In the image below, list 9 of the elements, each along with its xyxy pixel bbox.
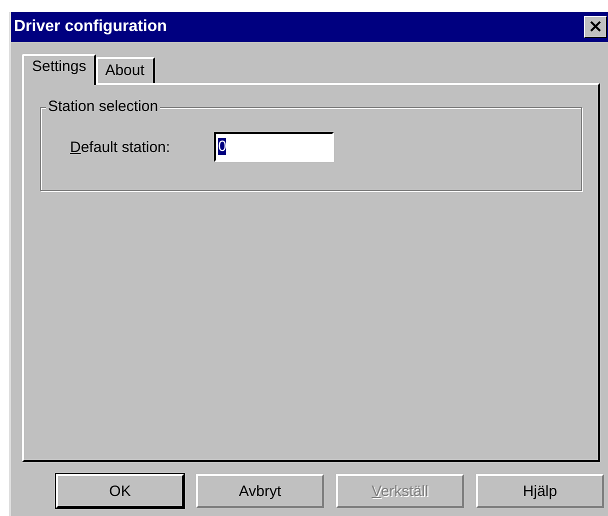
- tab[interactable]: About: [96, 57, 156, 83]
- window-title: Driver configuration: [14, 18, 167, 36]
- field-label: Default station:: [70, 138, 170, 156]
- dialog-button[interactable]: Avbryt: [196, 474, 324, 508]
- dialog-button[interactable]: Hjälp: [476, 474, 604, 508]
- input-field[interactable]: 0: [214, 132, 334, 162]
- dialog-button[interactable]: OK: [56, 474, 184, 508]
- tab[interactable]: Settings: [22, 54, 96, 85]
- close-button[interactable]: ×: [584, 16, 607, 38]
